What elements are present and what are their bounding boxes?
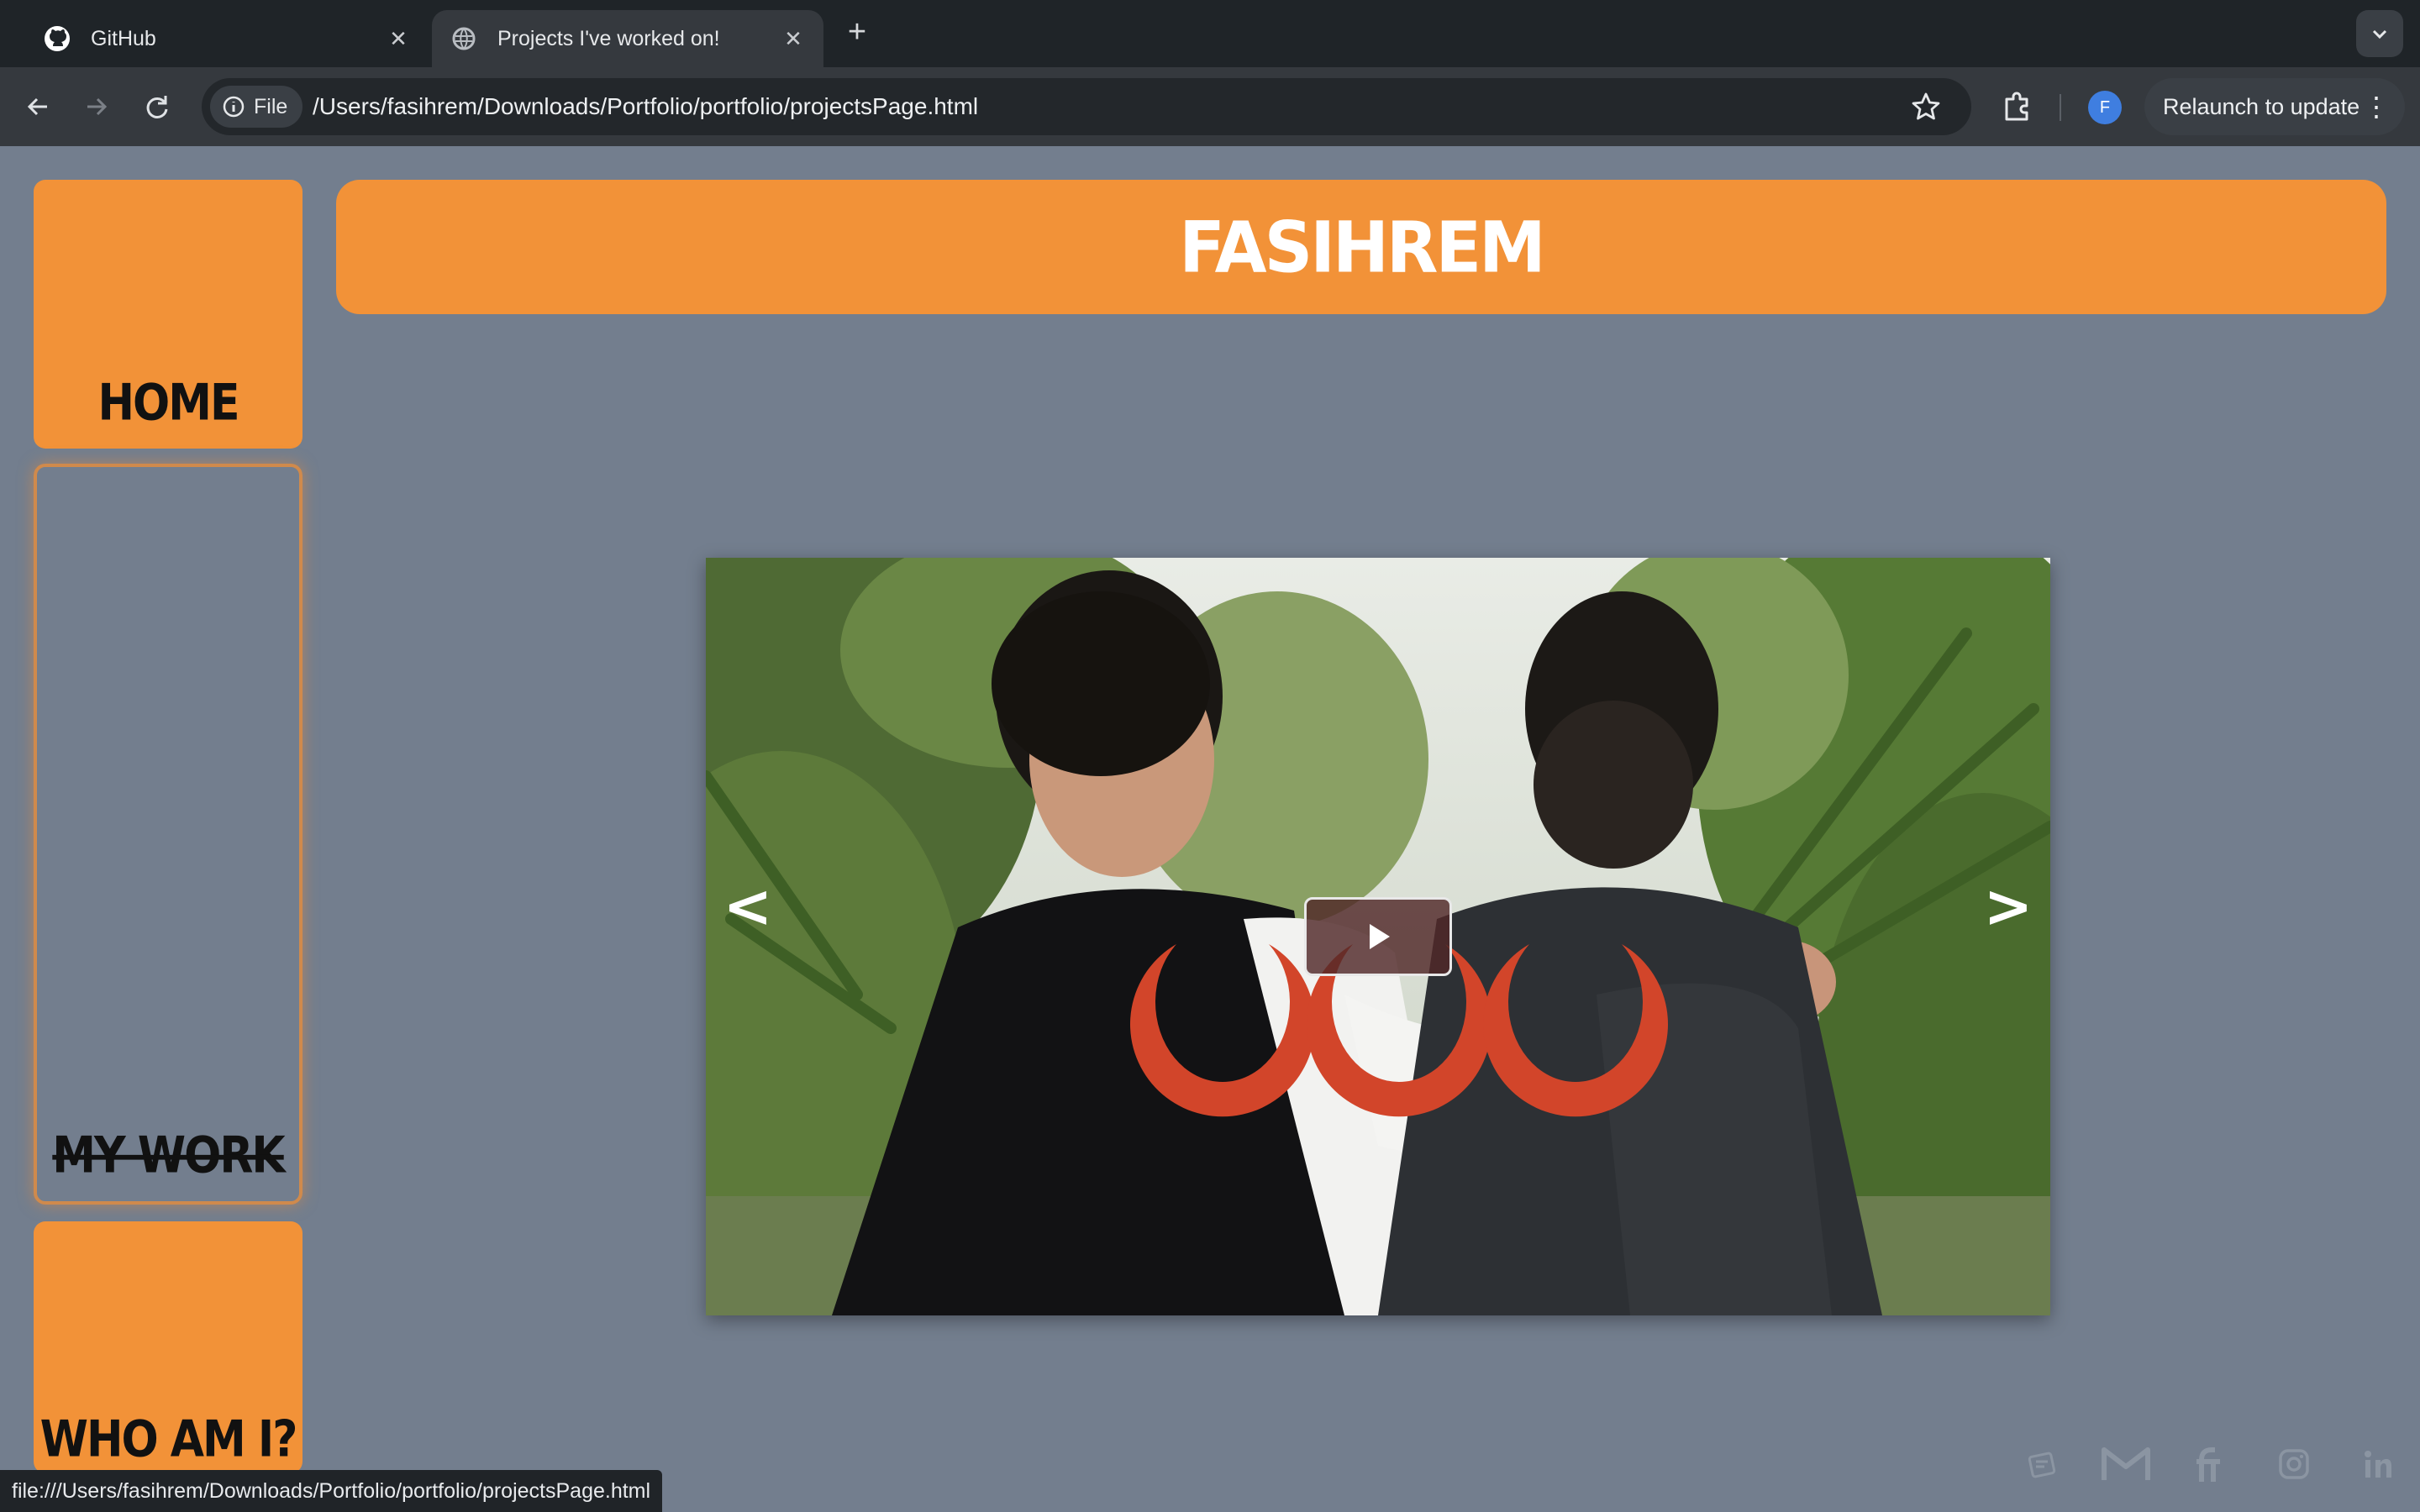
- instagram-link[interactable]: [2252, 1443, 2336, 1485]
- tab-title: GitHub: [91, 26, 156, 50]
- back-button[interactable]: [20, 89, 55, 124]
- browser-tab-bar: GitHub ✕ Projects I've worked on! ✕ +: [0, 0, 2420, 67]
- play-icon: [1370, 924, 1390, 949]
- linkedin-icon: [2365, 1451, 2391, 1478]
- chevron-down-icon: [2372, 29, 2387, 39]
- profile-avatar[interactable]: F: [2088, 91, 2122, 124]
- header-banner: FASIHREM: [336, 180, 2386, 314]
- info-icon: [223, 96, 245, 118]
- tab-projects[interactable]: Projects I've worked on! ✕: [432, 10, 823, 67]
- browser-toolbar: File /Users/fasihrem/Downloads/Portfolio…: [0, 67, 2420, 146]
- nav-who-am-i-card[interactable]: WHO AM I?: [34, 1221, 302, 1473]
- back-arrow-icon: [27, 97, 47, 116]
- more-menu-icon[interactable]: ⋮: [2363, 78, 2390, 135]
- nav-who-am-i-label: WHO AM I?: [39, 1410, 298, 1469]
- gmail-icon: [2102, 1447, 2150, 1480]
- close-tab-icon[interactable]: ✕: [781, 27, 805, 50]
- instagram-icon: [2279, 1449, 2309, 1479]
- video-play-button[interactable]: [1304, 897, 1452, 976]
- fiverr-link[interactable]: [2168, 1443, 2252, 1485]
- status-bar-url: file:///Users/fasihrem/Downloads/Portfol…: [0, 1470, 663, 1512]
- project-carousel: < >: [706, 558, 2050, 1315]
- close-tab-icon[interactable]: ✕: [387, 27, 410, 50]
- forward-arrow-icon: [87, 97, 108, 116]
- carousel-next-button[interactable]: >: [1983, 869, 2033, 944]
- reload-icon: [146, 96, 168, 118]
- nav-home-label: HOME: [97, 374, 240, 433]
- notes-icon: [2028, 1452, 2056, 1478]
- toolbar-divider: [2060, 94, 2061, 121]
- new-tab-icon[interactable]: +: [840, 15, 874, 49]
- nav-my-work-label: MY WORK: [52, 1126, 285, 1185]
- tab-github[interactable]: GitHub ✕: [25, 10, 429, 67]
- extensions-puzzle-icon[interactable]: [1998, 87, 2035, 124]
- tab-title: Projects I've worked on!: [497, 26, 720, 50]
- relaunch-button[interactable]: Relaunch to update ⋮: [2144, 78, 2405, 135]
- url-text[interactable]: /Users/fasihrem/Downloads/Portfolio/port…: [313, 78, 978, 135]
- nav-home-card[interactable]: HOME: [34, 180, 302, 449]
- chip-label: File: [254, 94, 288, 118]
- gmail-link[interactable]: [2084, 1443, 2168, 1485]
- site-info-chip[interactable]: File: [210, 86, 303, 128]
- address-bar[interactable]: File /Users/fasihrem/Downloads/Portfolio…: [202, 78, 1971, 135]
- relaunch-label: Relaunch to update: [2163, 94, 2360, 119]
- fiverr-icon: [2196, 1447, 2220, 1482]
- site-logo[interactable]: FASIHREM: [1179, 206, 1546, 288]
- bookmark-star-icon[interactable]: [1911, 92, 1941, 122]
- notes-link[interactable]: [2000, 1443, 2084, 1485]
- carousel-prev-button[interactable]: <: [723, 869, 773, 944]
- tab-search-button[interactable]: [2356, 10, 2403, 57]
- github-icon: [44, 25, 71, 52]
- globe-icon: [450, 25, 477, 52]
- forward-button[interactable]: [79, 89, 114, 124]
- social-links: [2000, 1443, 2420, 1485]
- linkedin-link[interactable]: [2336, 1443, 2420, 1485]
- reload-button[interactable]: [139, 89, 175, 124]
- nav-my-work-card[interactable]: MY WORK: [34, 464, 302, 1205]
